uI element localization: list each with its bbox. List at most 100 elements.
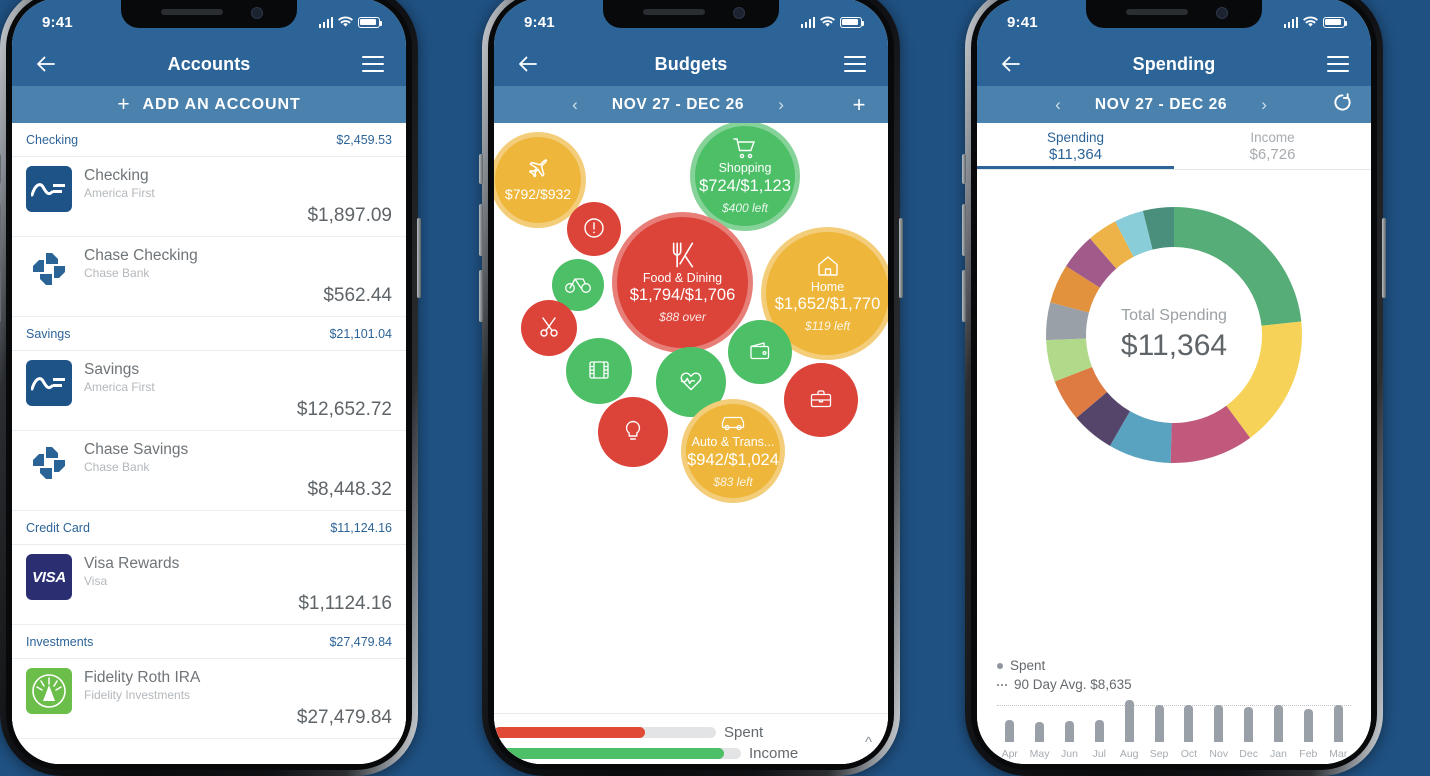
refresh-icon[interactable] [1329, 93, 1355, 116]
notch [121, 0, 297, 28]
spending-income-tabs[interactable]: Spending $11,364 Income $6,726 [977, 123, 1371, 170]
bar-column[interactable] [1087, 720, 1112, 742]
donut-slice[interactable] [1226, 321, 1302, 438]
budget-bubble-entertainment[interactable] [566, 338, 632, 404]
volume-up-button[interactable] [479, 204, 483, 256]
account-group-header[interactable]: Credit Card $11,124.16 [12, 511, 406, 545]
hamburger-menu-icon[interactable] [1327, 56, 1349, 72]
fidelity-logo [26, 668, 72, 714]
power-button[interactable] [899, 218, 903, 298]
budget-bubble-business[interactable] [728, 320, 792, 384]
monthly-spend-bar-chart[interactable]: Apr May Jun Jul Aug Sep Oct Nov Dec Jan Feb Mar [997, 698, 1351, 760]
chevron-right-icon[interactable]: › [1257, 95, 1271, 115]
account-group-header[interactable]: Checking $2,459.53 [12, 123, 406, 157]
budget-bubble-utilities[interactable] [598, 397, 668, 467]
bar-column[interactable] [1266, 705, 1291, 742]
visa-logo: VISA [26, 554, 72, 600]
account-group-header[interactable]: Savings $21,101.04 [12, 317, 406, 351]
volume-down-button[interactable] [962, 270, 966, 322]
legend-average-label: 90 Day Avg. $8,635 [1014, 677, 1132, 692]
bar-column[interactable] [1027, 722, 1052, 742]
volume-up-button[interactable] [962, 204, 966, 256]
page-title: Accounts [167, 53, 251, 74]
bar-column[interactable] [1116, 700, 1141, 742]
account-row[interactable]: VISA Visa Rewards Visa $1,1124.16 [12, 545, 406, 625]
bar-column[interactable] [1296, 709, 1321, 742]
bars-row [997, 698, 1351, 742]
chevron-left-icon[interactable]: ‹ [1051, 95, 1065, 115]
budget-bubble-alert[interactable] [567, 202, 621, 256]
legend-label-spent: Spent [724, 724, 764, 741]
bubble-amount: $1,652/$1,770 [774, 295, 881, 314]
bar-column[interactable] [1176, 705, 1201, 742]
bar-column[interactable] [1146, 705, 1171, 742]
volume-down-button[interactable] [0, 270, 1, 322]
mute-switch[interactable] [0, 154, 1, 184]
phone-spending: 9:41 Spending ‹ NOV 27 - DEC 26 › Spendi… [962, 0, 1386, 776]
mute-switch[interactable] [479, 154, 483, 184]
month-label: Jan [1270, 748, 1287, 760]
bar-column[interactable] [1325, 705, 1350, 742]
account-row[interactable]: Fidelity Roth IRA Fidelity Investments $… [12, 659, 406, 739]
add-budget-button[interactable]: + [846, 93, 872, 116]
hamburger-menu-icon[interactable] [362, 56, 384, 72]
budget-bubble-shopping[interactable]: Shopping $724/$1,123 $400 left [690, 123, 800, 231]
plus-icon: + [117, 93, 131, 116]
tab-income[interactable]: Income $6,726 [1174, 123, 1371, 169]
accounts-list[interactable]: Checking $2,459.53 Checking America Firs… [12, 123, 406, 764]
volume-down-button[interactable] [479, 270, 483, 322]
chevron-right-icon[interactable]: › [774, 95, 788, 115]
mute-switch[interactable] [962, 154, 966, 184]
notch [603, 0, 779, 28]
power-button[interactable] [417, 218, 421, 298]
heartbeat-icon [678, 369, 704, 393]
budget-bubbles[interactable]: $792/$932 Shopping $724/$1,123 $400 left [494, 123, 888, 764]
account-institution: America First [84, 380, 155, 395]
budget-bubble-work[interactable] [784, 363, 858, 437]
account-name: Chase Checking [84, 247, 198, 264]
budget-bubble-auto-and-transport[interactable]: Auto & Trans... $942/$1,024 $83 left [681, 399, 785, 503]
bar [1244, 707, 1254, 742]
hamburger-menu-icon[interactable] [844, 56, 866, 72]
scissors-icon [537, 315, 561, 339]
budget-bubble-personal-care[interactable] [521, 300, 577, 356]
back-arrow-icon[interactable] [34, 52, 58, 76]
account-row[interactable]: Checking America First $1,897.09 [12, 157, 406, 237]
phone-screen-spending: 9:41 Spending ‹ NOV 27 - DEC 26 › Spendi… [977, 0, 1371, 764]
account-institution: America First [84, 186, 155, 201]
month-label: Oct [1180, 748, 1198, 760]
back-arrow-icon[interactable] [999, 52, 1023, 76]
bar-column[interactable] [1057, 721, 1082, 742]
bubble-name: Shopping [718, 161, 772, 176]
chevron-left-icon[interactable]: ‹ [568, 95, 582, 115]
account-row[interactable]: Chase Savings Chase Bank $8,448.32 [12, 431, 406, 511]
wallet-icon [748, 340, 772, 362]
bar-column[interactable] [1236, 707, 1261, 742]
month-label: Apr [1001, 748, 1018, 760]
account-row[interactable]: Chase Checking Chase Bank $562.44 [12, 237, 406, 317]
tab-spending[interactable]: Spending $11,364 [977, 123, 1174, 169]
budget-bubble-food-and-dining[interactable]: Food & Dining $1,794/$1,706 $88 over [612, 212, 753, 353]
bar-column[interactable] [997, 720, 1022, 742]
date-range-label: NOV 27 - DEC 26 [611, 95, 745, 113]
account-row[interactable]: Savings America First $12,652.72 [12, 351, 406, 431]
wifi-icon [1303, 16, 1318, 27]
income-bar-fill [494, 748, 724, 759]
legend-dash-icon [997, 683, 1007, 686]
chevron-up-icon[interactable]: ^ [865, 734, 872, 751]
account-group-header[interactable]: Investments $27,479.84 [12, 625, 406, 659]
spending-donut-chart[interactable]: Total Spending $11,364 [977, 170, 1371, 500]
front-camera [1216, 7, 1228, 19]
add-an-account-button[interactable]: + ADD AN ACCOUNT [12, 86, 406, 123]
legend-spent: Spent [997, 656, 1351, 675]
back-arrow-icon[interactable] [516, 52, 540, 76]
account-balance: $1,897.09 [307, 205, 392, 226]
month-label: May [1029, 748, 1050, 760]
account-balance: $1,1124.16 [298, 593, 392, 614]
bubble-amount: $1,794/$1,706 [629, 286, 736, 305]
volume-up-button[interactable] [0, 204, 1, 256]
power-button[interactable] [1382, 218, 1386, 298]
bubble-remaining: $400 left [721, 200, 769, 215]
bubble-name: Food & Dining [642, 270, 723, 285]
bar-column[interactable] [1206, 705, 1231, 742]
